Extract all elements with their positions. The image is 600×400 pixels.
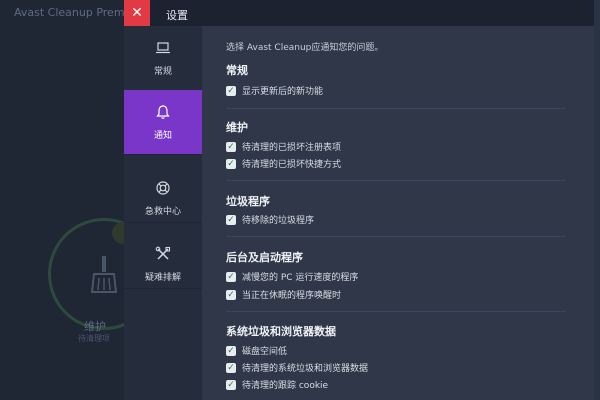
- option-label: 待清理的系统垃圾和浏览器数据: [242, 364, 369, 374]
- checkbox[interactable]: [226, 379, 236, 390]
- checkbox[interactable]: [226, 85, 236, 96]
- notifications-panel: 选择 Avast Cleanup应通知您的问题。 常规 显示更新后的新功能 维护…: [202, 26, 594, 400]
- tools-icon: [155, 246, 171, 260]
- option-label: 减慢您的 PC 运行速度的程序: [242, 273, 359, 283]
- section-divider: [226, 108, 566, 109]
- option-row[interactable]: 待清理的跟踪 cookie: [226, 378, 328, 391]
- option-row[interactable]: 磁盘空间低: [226, 344, 287, 357]
- section-divider: [226, 311, 566, 312]
- settings-header: ✕ 设置: [124, 0, 594, 26]
- settings-dialog: ✕ 设置 常规 通知 急救中心 疑难排解 选择 Avast Cleanup应通知…: [124, 0, 594, 400]
- sidebar-divider: [124, 154, 202, 155]
- background-app-title: Avast Cleanup Premiu: [14, 6, 135, 19]
- settings-title: 设置: [166, 9, 188, 22]
- bell-icon: [156, 104, 170, 119]
- checkbox[interactable]: [226, 141, 236, 152]
- sidebar-item-troubleshooting[interactable]: 疑难排解: [124, 232, 202, 296]
- checkbox[interactable]: [226, 158, 236, 169]
- section-divider: [226, 236, 566, 237]
- checkbox[interactable]: [226, 362, 236, 373]
- maintenance-sublabel: 待清理项: [78, 334, 110, 343]
- sidebar-item-label: 疑难排解: [144, 272, 181, 283]
- checkbox[interactable]: [226, 214, 236, 225]
- checkbox[interactable]: [226, 289, 236, 300]
- sidebar-divider: [124, 222, 202, 223]
- checkbox[interactable]: [226, 271, 236, 282]
- intro-text: 选择 Avast Cleanup应通知您的问题。: [226, 43, 384, 53]
- sidebar-item-label: 常规: [153, 66, 172, 77]
- option-label: 待清理的跟踪 cookie: [242, 381, 329, 391]
- section-title: 后台及启动程序: [226, 251, 303, 264]
- option-label: 显示更新后的新功能: [242, 87, 324, 97]
- section-title: 维护: [226, 121, 248, 134]
- close-icon: ✕: [131, 5, 143, 21]
- section-title: 垃圾程序: [226, 195, 270, 208]
- sidebar-item-label: 通知: [153, 130, 172, 141]
- option-label: 待移除的垃圾程序: [242, 216, 315, 226]
- sidebar-item-label: 急救中心: [144, 206, 181, 217]
- checkbox[interactable]: [226, 345, 236, 356]
- option-row[interactable]: 减慢您的 PC 运行速度的程序: [226, 270, 358, 283]
- sidebar-divider: [124, 288, 202, 289]
- section-title: 系统垃圾和浏览器数据: [226, 325, 336, 338]
- option-label: 当正在休眠的程序唤醒时: [242, 291, 342, 301]
- option-row[interactable]: 待清理的已损坏快捷方式: [226, 157, 341, 170]
- laptop-icon: [156, 41, 170, 53]
- option-row[interactable]: 显示更新后的新功能: [226, 84, 323, 97]
- sidebar-item-general[interactable]: 常规: [124, 26, 202, 90]
- option-row[interactable]: 待移除的垃圾程序: [226, 213, 314, 226]
- sidebar-item-notifications[interactable]: 通知: [124, 90, 202, 154]
- section-divider: [226, 180, 566, 181]
- option-label: 磁盘空间低: [242, 347, 288, 357]
- option-label: 待清理的已损坏快捷方式: [242, 160, 342, 170]
- section-title: 常规: [226, 64, 248, 77]
- sidebar-item-rescue-center[interactable]: 急救中心: [124, 166, 202, 230]
- option-row[interactable]: 待清理的系统垃圾和浏览器数据: [226, 361, 368, 374]
- lifebuoy-icon: [156, 180, 170, 195]
- settings-sidebar: 常规 通知 急救中心 疑难排解: [124, 26, 202, 400]
- option-label: 待清理的已损坏注册表项: [242, 143, 342, 153]
- option-row[interactable]: 待清理的已损坏注册表项: [226, 140, 341, 153]
- option-row[interactable]: 当正在休眠的程序唤醒时: [226, 288, 341, 301]
- close-button[interactable]: ✕: [124, 0, 150, 26]
- maintenance-label: 维护: [84, 320, 106, 333]
- broom-icon: [90, 256, 118, 293]
